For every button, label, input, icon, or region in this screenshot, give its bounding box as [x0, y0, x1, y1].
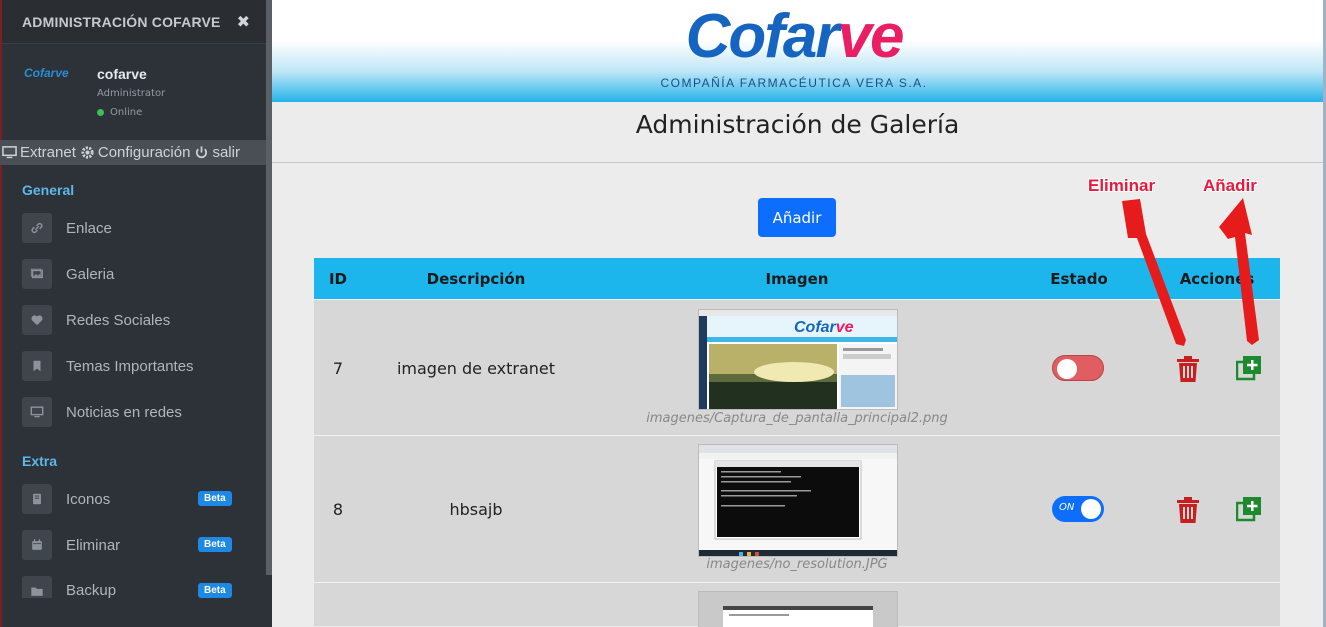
user-role: Administrator: [97, 88, 166, 99]
col-estado: Estado: [1050, 269, 1108, 288]
status-toggle[interactable]: [1052, 355, 1104, 381]
quick-links: Extranet Configuración salir: [0, 140, 272, 165]
beta-badge: Beta: [198, 537, 232, 552]
row-image-path: imagenes/Captura_de_pantalla_principal2.…: [646, 411, 948, 426]
book-icon: [22, 484, 52, 514]
power-icon: [196, 146, 208, 159]
add-button[interactable]: Añadir: [758, 198, 836, 237]
cofarve-logo: Cofarve COMPAÑÍA FARMACÉUTICA VERA S.A.: [660, 2, 928, 91]
row-image-path: imagenes/no_resolution.JPG: [706, 557, 888, 572]
folder-icon: [22, 576, 52, 598]
row-description: imagen de extranet: [396, 359, 556, 378]
bookmark-icon: [22, 351, 52, 381]
svg-text:Cofarve: Cofarve: [794, 319, 854, 336]
col-id: ID: [328, 269, 348, 288]
table-row: 8 hbsajb imagenes/no_resolution.JPG ON: [314, 435, 1280, 582]
sidebar-item-backup[interactable]: Backup Beta: [22, 576, 242, 598]
trash-icon[interactable]: [1176, 356, 1200, 382]
page-title: Administración de Galería: [635, 110, 960, 139]
header-banner: Cofarve COMPAÑÍA FARMACÉUTICA VERA S.A.: [272, 0, 1323, 102]
online-dot-icon: [97, 109, 104, 116]
gallery-table: ID Descripción Imagen Estado Acciones 7 …: [314, 258, 1280, 627]
monitor-icon: [22, 397, 52, 427]
table-row: 7 imagen de extranet Cofarve imagenes/Ca…: [314, 299, 1280, 435]
row-description: hbsajb: [449, 500, 503, 519]
close-icon[interactable]: ✖: [237, 12, 250, 31]
col-acciones: Acciones: [1179, 269, 1255, 288]
calendar-icon: [22, 530, 52, 560]
desktop-icon: [2, 146, 17, 159]
sidebar-title: ADMINISTRACIÓN COFARVE: [22, 13, 221, 30]
annotation-eliminar: Eliminar: [1088, 176, 1156, 195]
sidebar-item-enlace[interactable]: Enlace: [22, 213, 242, 243]
sidebar-item-redes-sociales[interactable]: Redes Sociales: [22, 305, 242, 335]
heart-icon: [22, 305, 52, 335]
section-extra: Extra: [22, 453, 58, 469]
col-descripcion: Descripción: [426, 269, 526, 288]
row-thumbnail: [698, 591, 898, 627]
table-row: [314, 582, 1280, 627]
logo-subtitle: COMPAÑÍA FARMACÉUTICA VERA S.A.: [660, 76, 928, 90]
row-thumbnail: [698, 444, 898, 557]
add-copy-icon[interactable]: [1236, 355, 1262, 381]
sidebar-header: ADMINISTRACIÓN COFARVE ✖: [0, 0, 272, 44]
link-icon: [22, 213, 52, 243]
images-icon: [22, 259, 52, 289]
add-copy-icon[interactable]: [1236, 496, 1262, 522]
sidebar: ADMINISTRACIÓN COFARVE ✖ Cofarve cofarve…: [0, 0, 272, 627]
row-thumbnail: Cofarve: [698, 309, 898, 410]
status-toggle[interactable]: ON: [1052, 496, 1104, 522]
sidebar-item-eliminar[interactable]: Eliminar Beta: [22, 530, 242, 560]
annotation-anadir: Añadir: [1203, 176, 1257, 195]
gear-icon: [81, 146, 94, 159]
col-imagen: Imagen: [765, 269, 829, 288]
extranet-link[interactable]: Extranet: [2, 144, 76, 161]
sidebar-item-galeria[interactable]: Galeria: [22, 259, 242, 289]
sidebar-item-temas-importantes[interactable]: Temas Importantes: [22, 351, 242, 381]
sidebar-item-iconos[interactable]: Iconos Beta: [22, 484, 242, 514]
trash-icon[interactable]: [1176, 497, 1200, 523]
configuracion-link[interactable]: Configuración: [80, 144, 190, 161]
user-panel: Cofarve cofarve Administrator Online: [0, 44, 272, 140]
beta-badge: Beta: [198, 583, 232, 598]
beta-badge: Beta: [198, 491, 232, 506]
user-status: Online: [97, 107, 142, 118]
logout-link[interactable]: salir: [194, 144, 240, 161]
sidebar-item-noticias-en-redes[interactable]: Noticias en redes: [22, 397, 242, 427]
divider: [272, 162, 1323, 163]
section-general: General: [22, 182, 75, 198]
table-header: ID Descripción Imagen Estado Acciones: [314, 258, 1280, 299]
user-name: cofarve: [97, 66, 147, 82]
user-avatar-logo: Cofarve: [24, 66, 69, 80]
row-id: 8: [332, 500, 344, 519]
row-id: 7: [332, 359, 344, 378]
